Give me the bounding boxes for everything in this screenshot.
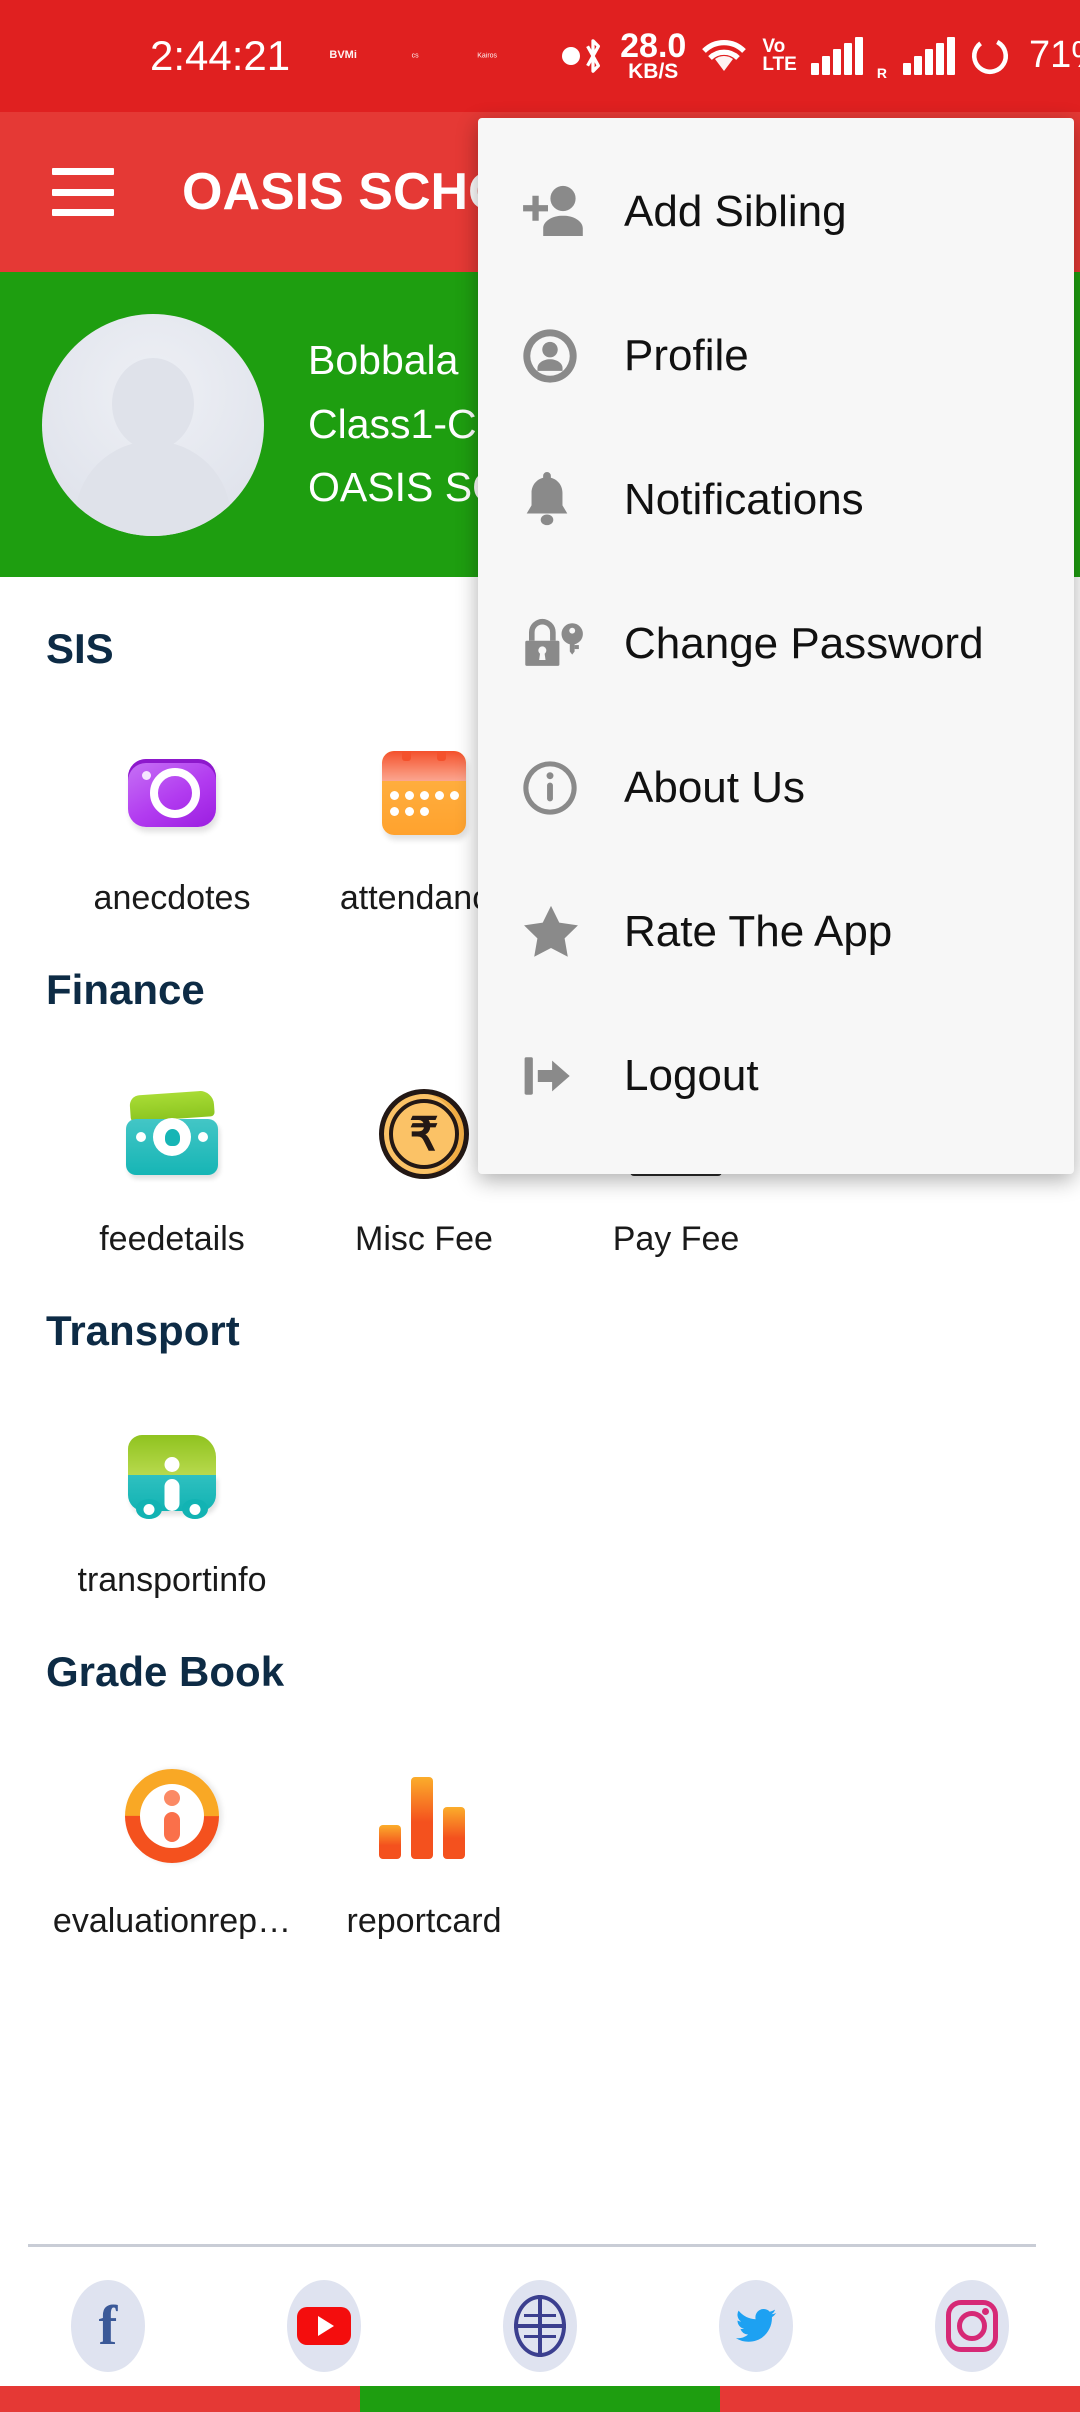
star-icon bbox=[518, 900, 596, 964]
hamburger-icon[interactable] bbox=[52, 168, 114, 216]
menu-item-label: Profile bbox=[624, 331, 749, 380]
menu-item-profile[interactable]: Profile bbox=[478, 284, 1074, 428]
default-avatar-icon bbox=[42, 313, 264, 536]
overflow-menu: Add Sibling Profile Notifications Change… bbox=[478, 118, 1074, 1174]
rupee-coin-icon: ₹ bbox=[370, 1080, 478, 1188]
bus-info-icon bbox=[118, 1421, 226, 1529]
calendar-orange-icon bbox=[370, 739, 478, 847]
bluetooth-icon bbox=[586, 39, 601, 73]
tile-row: transportinfo bbox=[46, 1367, 1080, 1600]
roaming-indicator: R bbox=[876, 65, 887, 82]
tile-evaluationreport[interactable]: evaluationrep… bbox=[46, 1708, 298, 1941]
section-grade-book: Grade Book evaluationrep… reportcard bbox=[0, 1600, 1080, 1941]
tile-label: reportcard bbox=[346, 1902, 502, 1940]
tile-label: Misc Fee bbox=[355, 1220, 493, 1258]
status-bar-system-icons: 28.0 KB/S Vo LTE R 71% bbox=[580, 26, 1080, 83]
menu-item-add-sibling[interactable]: Add Sibling bbox=[478, 140, 1074, 284]
volte-indicator: Vo LTE bbox=[762, 37, 797, 75]
system-navigation-bar bbox=[0, 2386, 1080, 2412]
data-rate-value: 28.0 bbox=[620, 26, 687, 65]
menu-item-label: Rate The App bbox=[624, 907, 893, 956]
tile-feedetails[interactable]: feedetails bbox=[46, 1026, 298, 1259]
facebook-icon[interactable]: f bbox=[71, 2280, 145, 2372]
notification-icon-kairos: Kairos bbox=[477, 52, 498, 60]
menu-item-label: Notifications bbox=[624, 475, 864, 524]
menu-item-label: Add Sibling bbox=[624, 187, 847, 236]
volte-line-2: LTE bbox=[762, 53, 797, 75]
tile-label: Pay Fee bbox=[612, 1220, 740, 1258]
sim2-signal-icon bbox=[902, 36, 955, 75]
menu-item-notifications[interactable]: Notifications bbox=[478, 428, 1074, 572]
tile-transportinfo[interactable]: transportinfo bbox=[46, 1367, 298, 1600]
profile-circle-icon bbox=[518, 324, 596, 388]
tile-label: feedetails bbox=[99, 1220, 245, 1258]
youtube-icon[interactable] bbox=[287, 2280, 361, 2372]
instagram-icon[interactable] bbox=[935, 2280, 1009, 2372]
facebook-glyph: f bbox=[98, 2294, 118, 2357]
wifi-icon bbox=[702, 40, 747, 71]
status-bar-clock: 2:44:21 bbox=[150, 32, 291, 79]
tile-anecdotes[interactable]: anecdotes bbox=[46, 685, 298, 918]
data-rate-indicator: 28.0 KB/S bbox=[620, 26, 687, 83]
section-title: Transport bbox=[46, 1307, 240, 1354]
menu-item-label: Change Password bbox=[624, 619, 984, 668]
lock-key-icon bbox=[518, 612, 596, 676]
menu-item-label: Logout bbox=[624, 1051, 759, 1100]
tile-label: anecdotes bbox=[93, 879, 251, 917]
notification-icon-bvmi: BVMi bbox=[329, 50, 357, 62]
bell-icon bbox=[518, 468, 596, 532]
section-transport: Transport transportinfo bbox=[0, 1259, 1080, 1600]
tile-label: transportinfo bbox=[77, 1561, 267, 1599]
menu-item-logout[interactable]: Logout bbox=[478, 1004, 1074, 1148]
menu-item-label: About Us bbox=[624, 763, 805, 812]
tile-label: evaluationrep… bbox=[52, 1902, 292, 1940]
battery-ring-icon bbox=[971, 37, 1008, 75]
menu-item-about-us[interactable]: About Us bbox=[478, 716, 1074, 860]
tile-reportcard[interactable]: reportcard bbox=[298, 1708, 550, 1941]
sim1-signal-icon bbox=[810, 36, 863, 75]
bar-chart-icon bbox=[370, 1762, 478, 1870]
logout-arrow-icon bbox=[518, 1048, 596, 1104]
info-ring-icon bbox=[105, 1749, 239, 1883]
social-bar-divider bbox=[28, 2244, 1036, 2247]
twitter-icon[interactable] bbox=[719, 2280, 793, 2372]
wallet-money-icon bbox=[118, 1080, 226, 1188]
battery-percent: 71% bbox=[1028, 34, 1080, 77]
add-person-icon bbox=[518, 182, 596, 242]
globe-icon[interactable] bbox=[503, 2280, 577, 2372]
notification-icon-dot bbox=[562, 47, 581, 65]
social-bar: f bbox=[0, 2266, 1080, 2386]
menu-item-change-password[interactable]: Change Password bbox=[478, 572, 1074, 716]
section-title: Grade Book bbox=[46, 1648, 285, 1695]
tile-row: evaluationrep… reportcard bbox=[46, 1708, 1080, 1941]
status-bar: 2:44:21 BVMi cs Kairos 28.0 KB/S Vo LTE … bbox=[0, 0, 1080, 112]
menu-item-rate-the-app[interactable]: Rate The App bbox=[478, 860, 1074, 1004]
camera-purple-icon bbox=[118, 739, 226, 847]
info-circle-icon bbox=[518, 756, 596, 820]
twitter-bird bbox=[735, 2308, 777, 2342]
data-rate-unit: KB/S bbox=[628, 59, 679, 83]
notification-icon-countryside: cs bbox=[411, 52, 419, 60]
status-bar-notification-icons: BVMi cs Kairos bbox=[320, 33, 581, 79]
